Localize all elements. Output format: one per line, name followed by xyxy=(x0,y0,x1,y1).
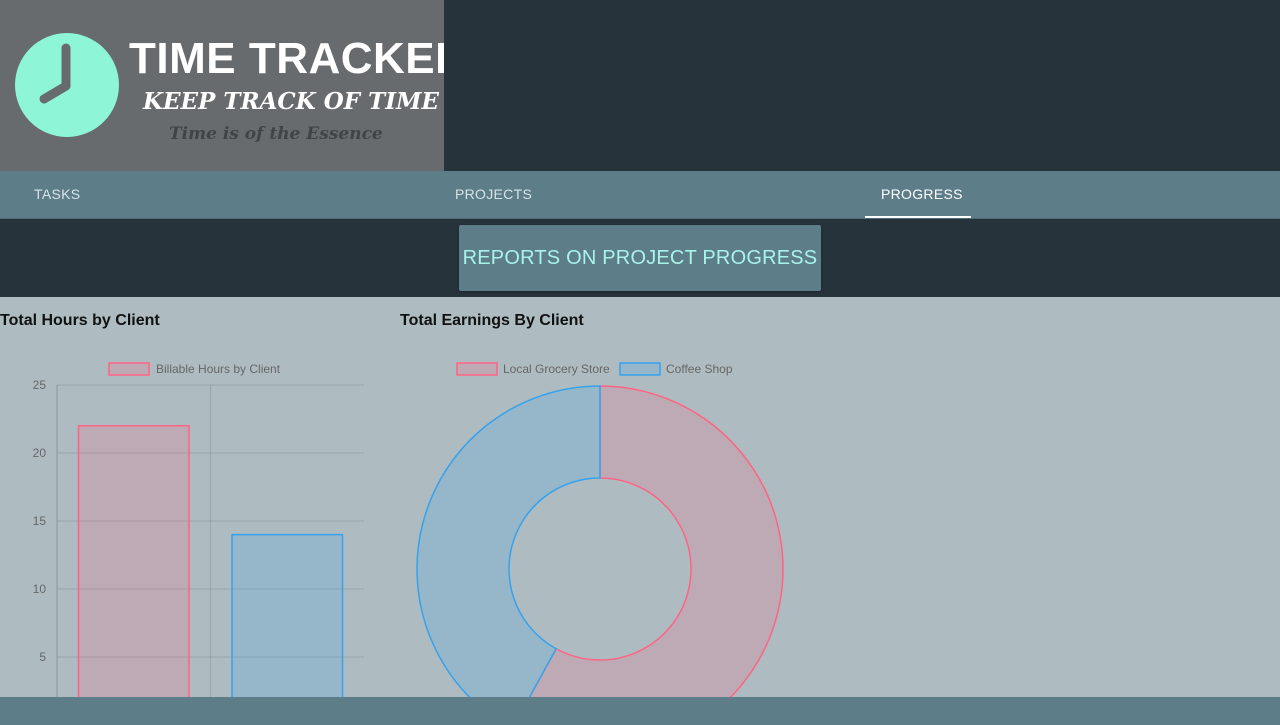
charts-canvas: 5 10 15 20 25 Billable Hours by Client Local G… xyxy=(33,362,784,725)
y-tick-label: 25 xyxy=(33,378,47,392)
y-tick-label: 10 xyxy=(33,582,47,596)
legend-swatch xyxy=(619,362,661,376)
legend-label: Coffee Shop xyxy=(666,362,733,376)
footer-bar xyxy=(0,697,1280,725)
y-tick-label: 5 xyxy=(39,650,46,664)
bar-1 xyxy=(77,425,190,725)
y-tick-label: 15 xyxy=(33,514,47,528)
y-tick-label: 20 xyxy=(33,446,47,460)
legend-label: Local Grocery Store xyxy=(503,362,610,376)
legend-swatch xyxy=(456,362,498,376)
legend-swatch xyxy=(108,362,150,376)
legend-label: Billable Hours by Client xyxy=(156,362,281,376)
